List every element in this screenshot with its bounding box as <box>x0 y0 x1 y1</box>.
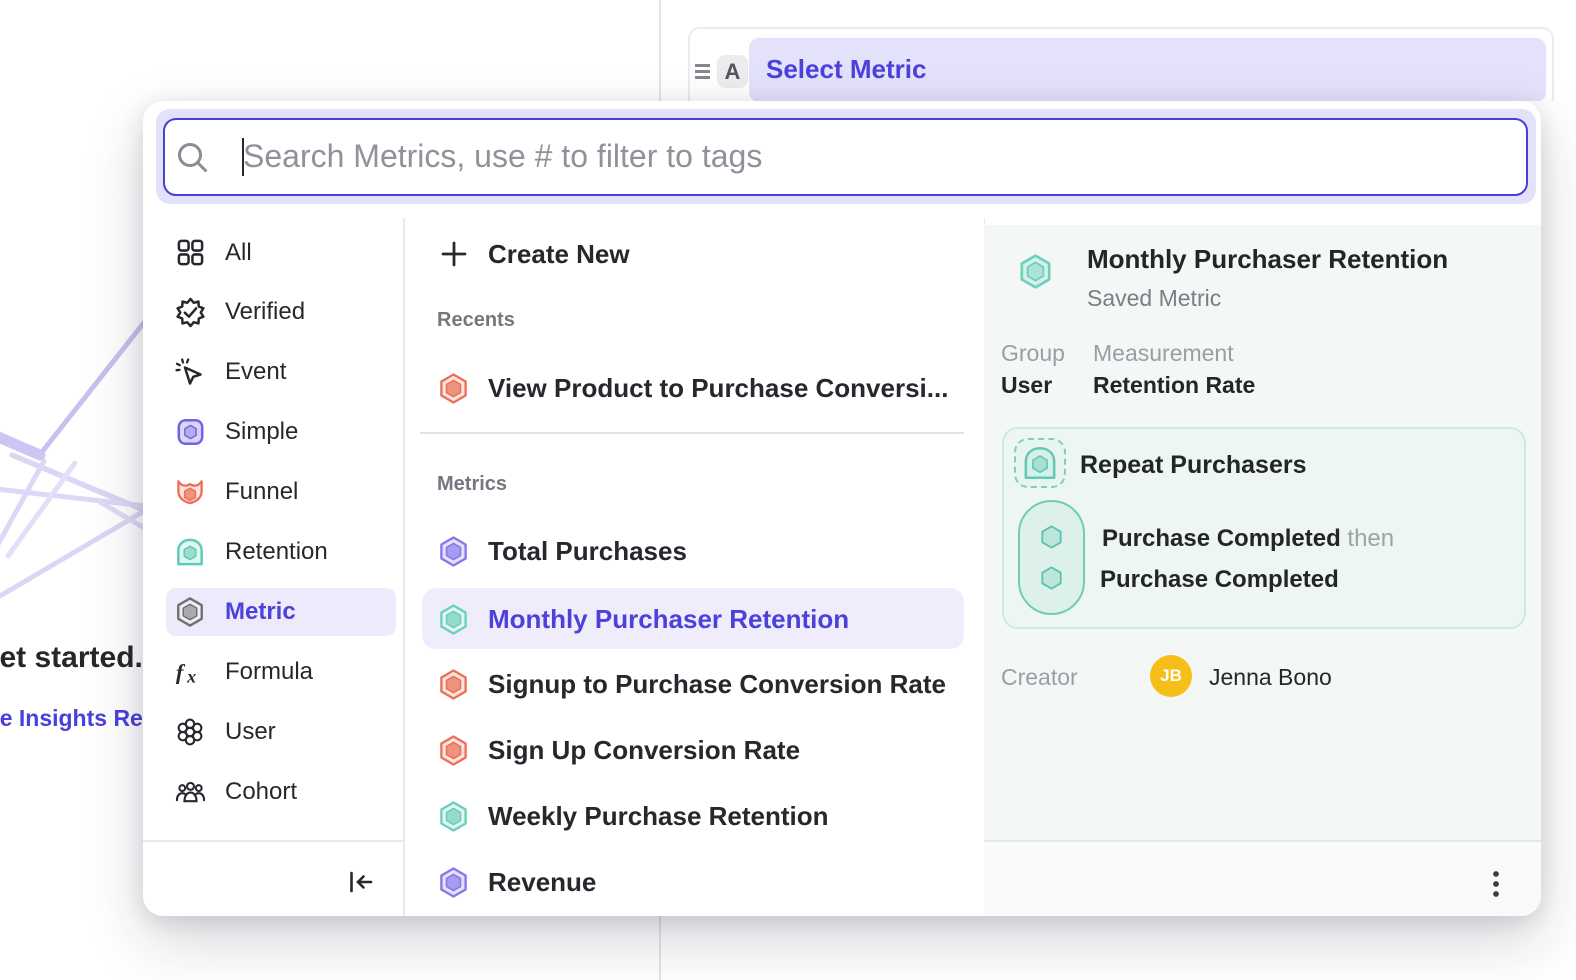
svg-text:x: x <box>186 666 196 686</box>
svg-text:f: f <box>176 660 186 685</box>
